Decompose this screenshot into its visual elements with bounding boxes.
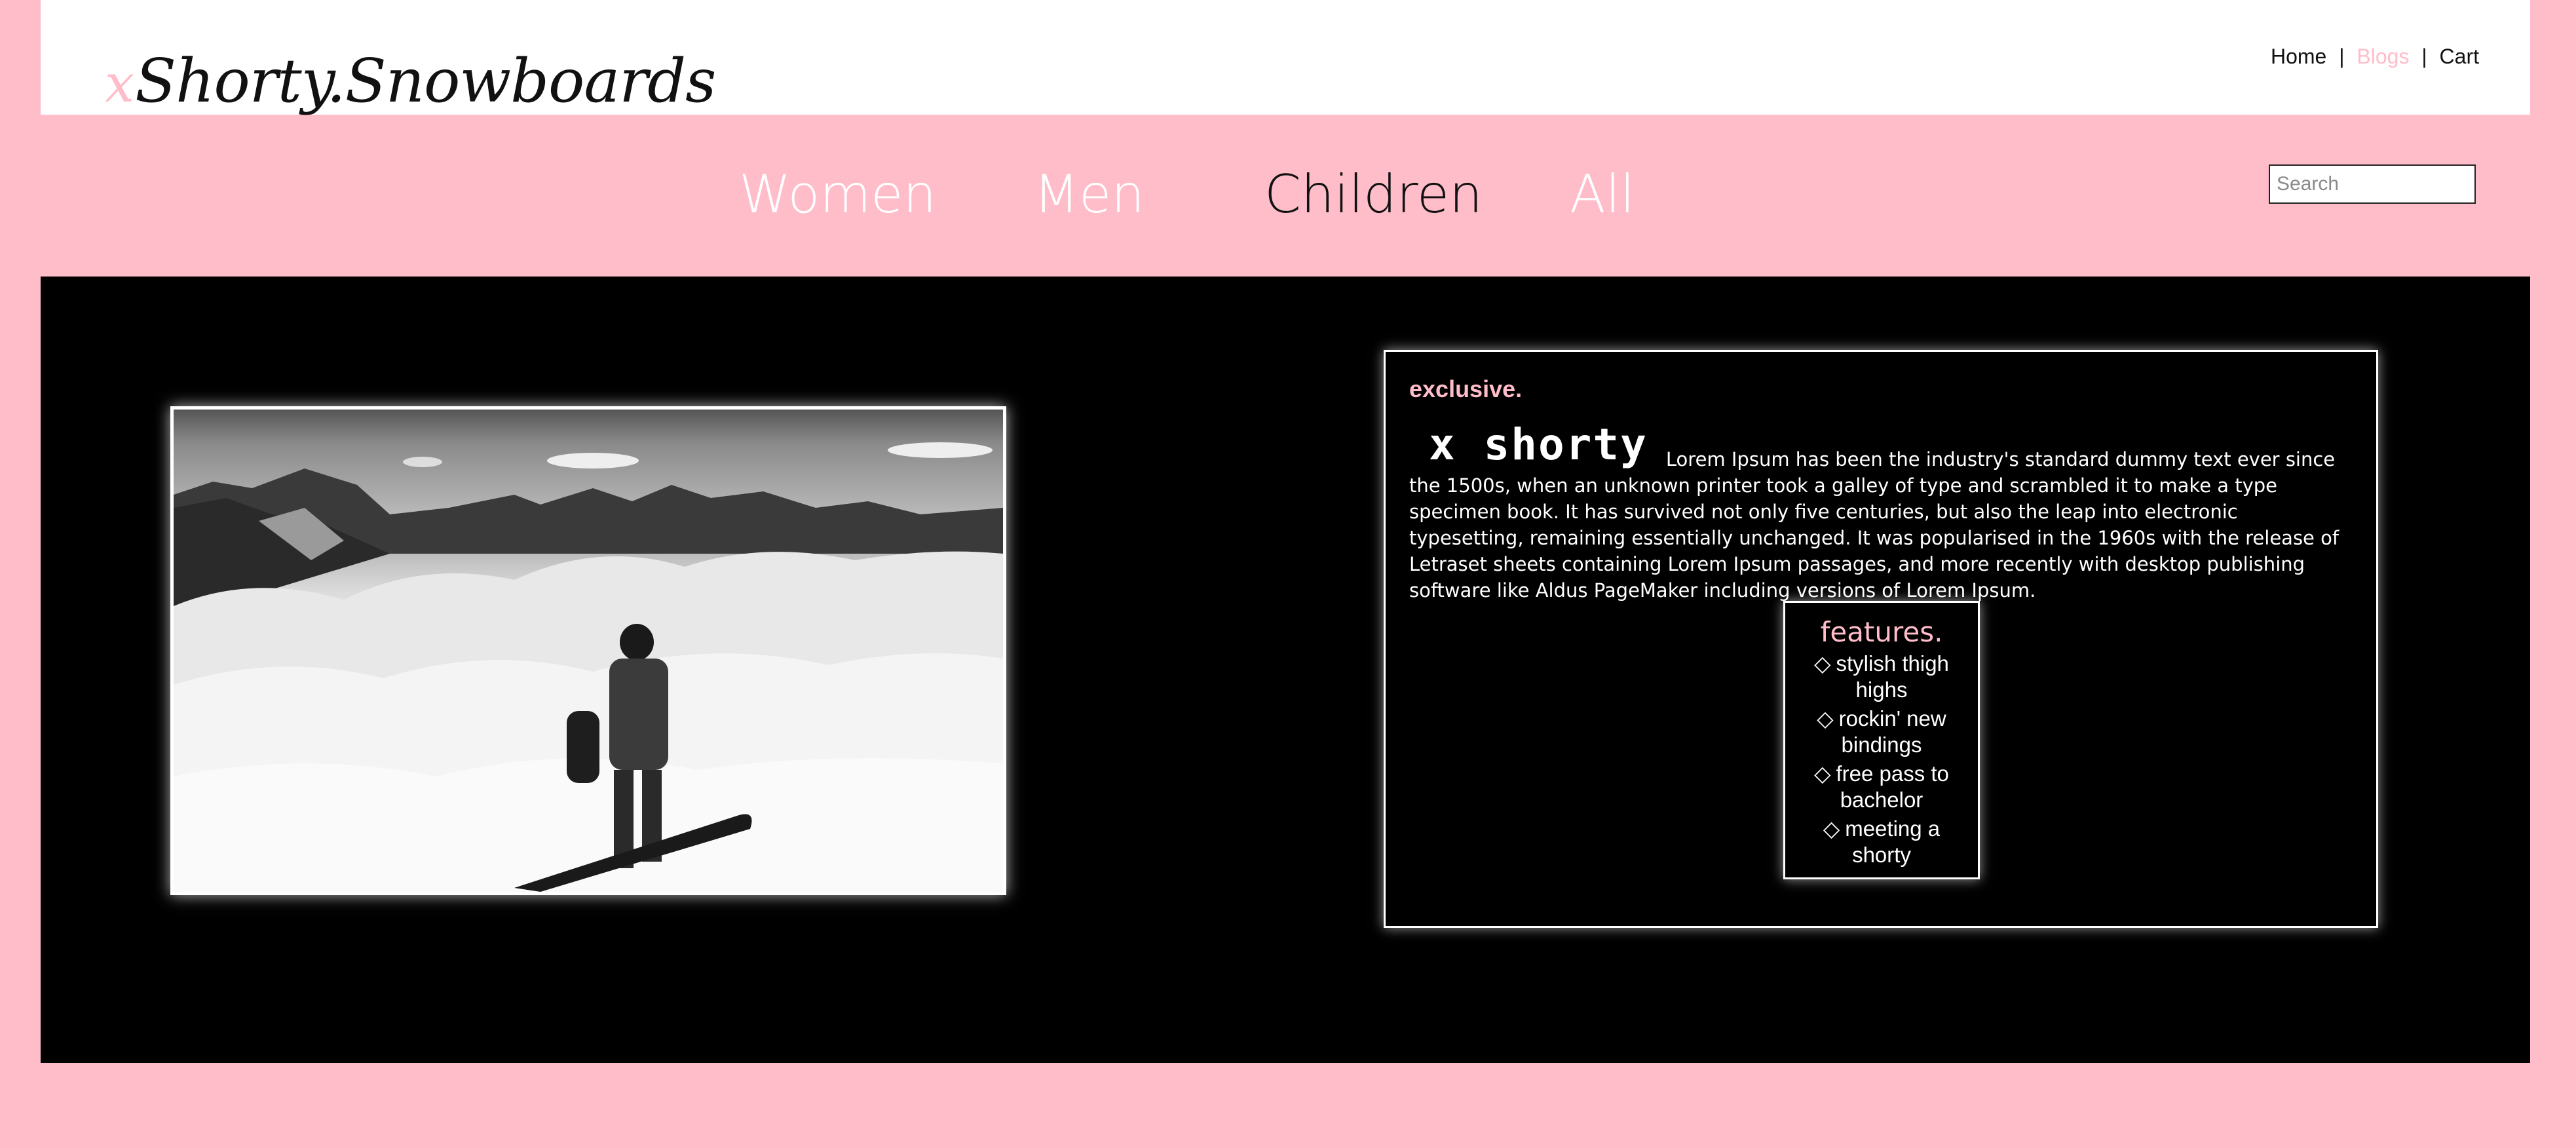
product-tagline: exclusive. bbox=[1409, 375, 1523, 402]
feature-text: free pass to bachelor bbox=[1836, 761, 1949, 812]
logo-text: Shorty.Snowboards bbox=[135, 46, 716, 116]
feature-item: ◇ rockin' new bindings bbox=[1793, 706, 1970, 758]
feature-text: meeting a shorty bbox=[1845, 816, 1941, 867]
snowboarder-photo bbox=[170, 406, 1006, 895]
product-brand: x shorty bbox=[1429, 419, 1648, 470]
features-title: features. bbox=[1820, 616, 1943, 648]
site-header: xShorty.Snowboards Home | Blogs | Cart bbox=[41, 0, 2530, 116]
top-nav: Home | Blogs | Cart bbox=[2271, 45, 2479, 69]
features-box: features. ◇ stylish thigh highs ◇ rockin' … bbox=[1783, 601, 1980, 879]
diamond-icon: ◇ bbox=[1823, 816, 1840, 841]
nav-link-cart[interactable]: Cart bbox=[2440, 45, 2479, 68]
product-card: exclusive. x shorty Lorem Ipsum has been… bbox=[1384, 350, 2378, 928]
search-input[interactable] bbox=[2269, 164, 2476, 204]
diamond-icon: ◇ bbox=[1814, 761, 1831, 786]
nav-link-home[interactable]: Home bbox=[2271, 45, 2326, 68]
category-women[interactable]: Women bbox=[739, 164, 936, 225]
feature-item: ◇ free pass to bachelor bbox=[1793, 761, 1970, 813]
category-children[interactable]: Children bbox=[1264, 164, 1483, 225]
site-logo[interactable]: xShorty.Snowboards bbox=[105, 46, 716, 144]
feature-item: ◇ stylish thigh highs bbox=[1793, 651, 1970, 703]
nav-separator: | bbox=[2339, 45, 2345, 68]
logo-prefix: x bbox=[105, 53, 134, 114]
nav-link-blogs[interactable]: Blogs bbox=[2357, 45, 2409, 68]
diamond-icon: ◇ bbox=[1814, 651, 1831, 676]
featured-panel: exclusive. x shorty Lorem Ipsum has been… bbox=[41, 277, 2530, 1063]
features-list: ◇ stylish thigh highs ◇ rockin' new bindin… bbox=[1793, 651, 1970, 868]
photo-illustration bbox=[174, 410, 1003, 892]
category-men[interactable]: Men bbox=[1034, 164, 1145, 225]
category-all[interactable]: All bbox=[1570, 164, 1635, 225]
nav-separator: | bbox=[2421, 45, 2427, 68]
category-nav: Women Men Children All bbox=[0, 164, 2576, 236]
diamond-icon: ◇ bbox=[1817, 706, 1834, 731]
feature-text: stylish thigh highs bbox=[1836, 651, 1949, 702]
feature-item: ◇ meeting a shorty bbox=[1793, 816, 1970, 868]
feature-text: rockin' new bindings bbox=[1838, 706, 1946, 757]
